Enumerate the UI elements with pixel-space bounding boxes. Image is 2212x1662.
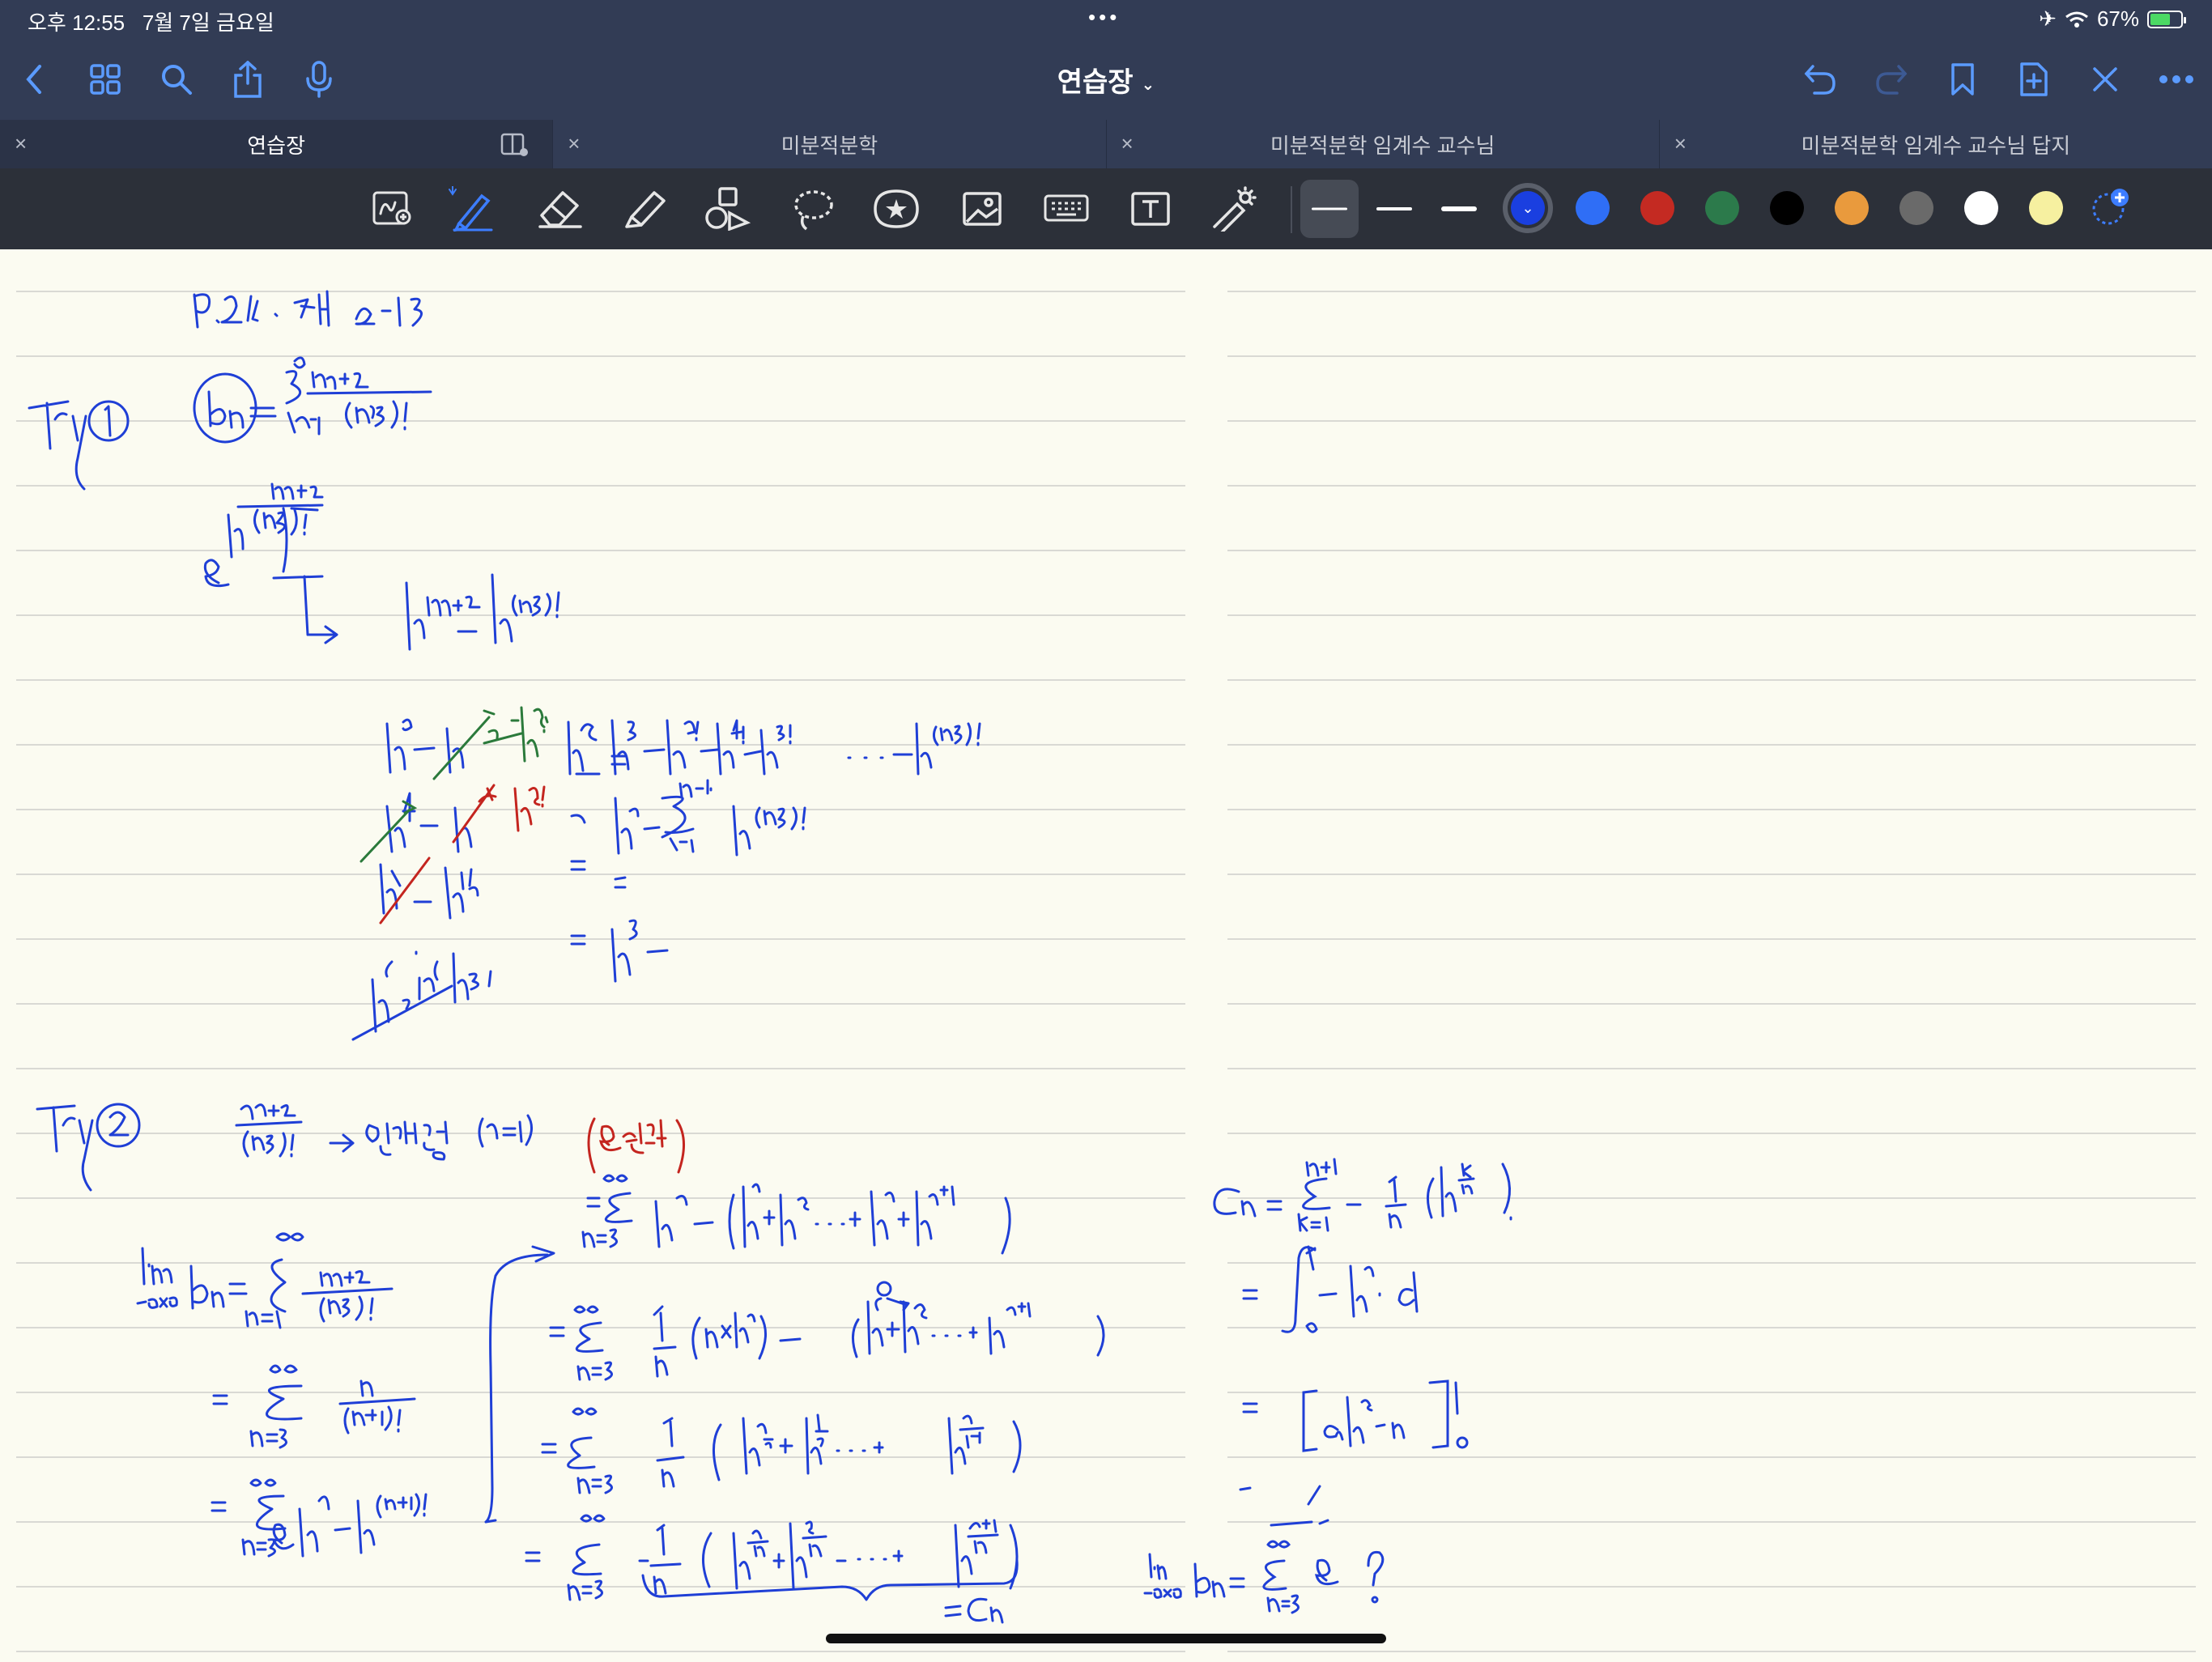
ruled-lines: [16, 291, 2196, 1652]
close-x-icon[interactable]: [2082, 57, 2128, 102]
laser-pointer-icon[interactable]: [1208, 186, 1258, 232]
tab-label: 미분적분학 임계수 교수님 답지: [1801, 133, 2071, 158]
chevron-down-icon: ⌄: [1521, 199, 1534, 216]
new-page-icon[interactable]: [2011, 57, 2057, 102]
toolbar-divider: [1291, 186, 1292, 233]
add-color-icon[interactable]: [2091, 188, 2129, 227]
image-icon[interactable]: [957, 186, 1007, 232]
text-icon[interactable]: [1125, 186, 1176, 232]
navigation-bar: 연습장 ⌄: [0, 39, 2212, 120]
stroke-sample: [1312, 207, 1347, 210]
multitasking-dots-icon[interactable]: •••: [1088, 5, 1120, 30]
color-swatch-black[interactable]: [1770, 191, 1804, 225]
status-time-date: 오후 12:55 7월 7일 금요일: [28, 6, 274, 36]
status-date: 7월 7일 금요일: [142, 11, 274, 35]
battery-cap: [2184, 16, 2186, 23]
drawing-toolbar: [0, 168, 2212, 249]
handwriting-canvas[interactable]: [0, 249, 2212, 1658]
color-swatch-gray[interactable]: [1899, 191, 1933, 225]
color-swatch-green[interactable]: [1705, 191, 1739, 225]
eraser-icon[interactable]: [534, 186, 585, 232]
tab-교수님[interactable]: × 미분적분학 임계수 교수님: [1107, 120, 1660, 168]
pen-icon[interactable]: [445, 186, 496, 232]
color-swatch-white[interactable]: [1964, 191, 1998, 225]
status-time: 오후 12:55: [28, 11, 125, 35]
wifi-icon: [2065, 11, 2088, 28]
tab-미분적분학[interactable]: × 미분적분학: [553, 120, 1107, 168]
home-indicator[interactable]: [826, 1634, 1386, 1643]
highlighter-icon[interactable]: [620, 186, 670, 232]
color-swatch-dark-blue[interactable]: ⌄: [1503, 183, 1553, 233]
tab-label: 미분적분학: [781, 133, 878, 158]
redo-icon[interactable]: [1869, 57, 1914, 102]
color-swatch-blue[interactable]: [1576, 191, 1610, 225]
zoom-window-icon[interactable]: [368, 186, 418, 232]
status-bar: 오후 12:55 7월 7일 금요일 ••• ✈ 67%: [0, 0, 2212, 39]
battery-percent: 67%: [2096, 6, 2139, 31]
close-tab-icon[interactable]: ×: [1121, 131, 1134, 156]
battery-icon: [2147, 10, 2186, 28]
color-swatch-red[interactable]: [1640, 191, 1674, 225]
stroke-width-medium[interactable]: [1365, 180, 1423, 238]
green-ink: [359, 706, 549, 863]
lasso-icon[interactable]: [789, 186, 839, 232]
sticker-icon[interactable]: [871, 186, 921, 232]
status-indicators: ✈ 67%: [2039, 6, 2186, 32]
stroke-width-thin[interactable]: [1300, 180, 1359, 238]
tab-label: 연습장: [247, 133, 305, 158]
more-icon[interactable]: [2154, 57, 2199, 102]
color-swatch-yellow[interactable]: [2029, 191, 2063, 225]
close-tab-icon[interactable]: ×: [15, 131, 27, 156]
stroke-width-thick[interactable]: [1430, 180, 1488, 238]
close-tab-icon[interactable]: ×: [1674, 131, 1687, 156]
document-title-text: 연습장: [1057, 67, 1134, 98]
shapes-icon[interactable]: [703, 186, 753, 232]
chevron-down-icon: ⌄: [1141, 75, 1155, 94]
keyboard-icon[interactable]: [1041, 186, 1091, 232]
color-swatch-orange[interactable]: [1835, 191, 1869, 225]
note-canvas[interactable]: [0, 249, 2212, 1658]
blue-ink: [28, 290, 1105, 1624]
stroke-sample: [1441, 206, 1477, 211]
tab-label: 미분적분학 임계수 교수님: [1270, 133, 1495, 158]
tab-bar: × 연습장 × 미분적분학 × 미분적분학 임계수 교수님 × 미분적분학 임계…: [0, 120, 2212, 168]
split-view-icon[interactable]: [500, 133, 530, 163]
undo-icon[interactable]: [1797, 57, 1843, 102]
tab-교수님-답지[interactable]: × 미분적분학 임계수 교수님 답지: [1660, 120, 2212, 168]
battery-fill: [2150, 13, 2170, 25]
tab-연습장[interactable]: × 연습장: [0, 120, 554, 168]
blue-ink-right: [1143, 1158, 1512, 1614]
close-tab-icon[interactable]: ×: [568, 131, 580, 156]
airplane-icon: ✈: [2039, 6, 2057, 31]
stroke-sample: [1376, 207, 1412, 210]
bookmark-icon[interactable]: [1940, 57, 1985, 102]
